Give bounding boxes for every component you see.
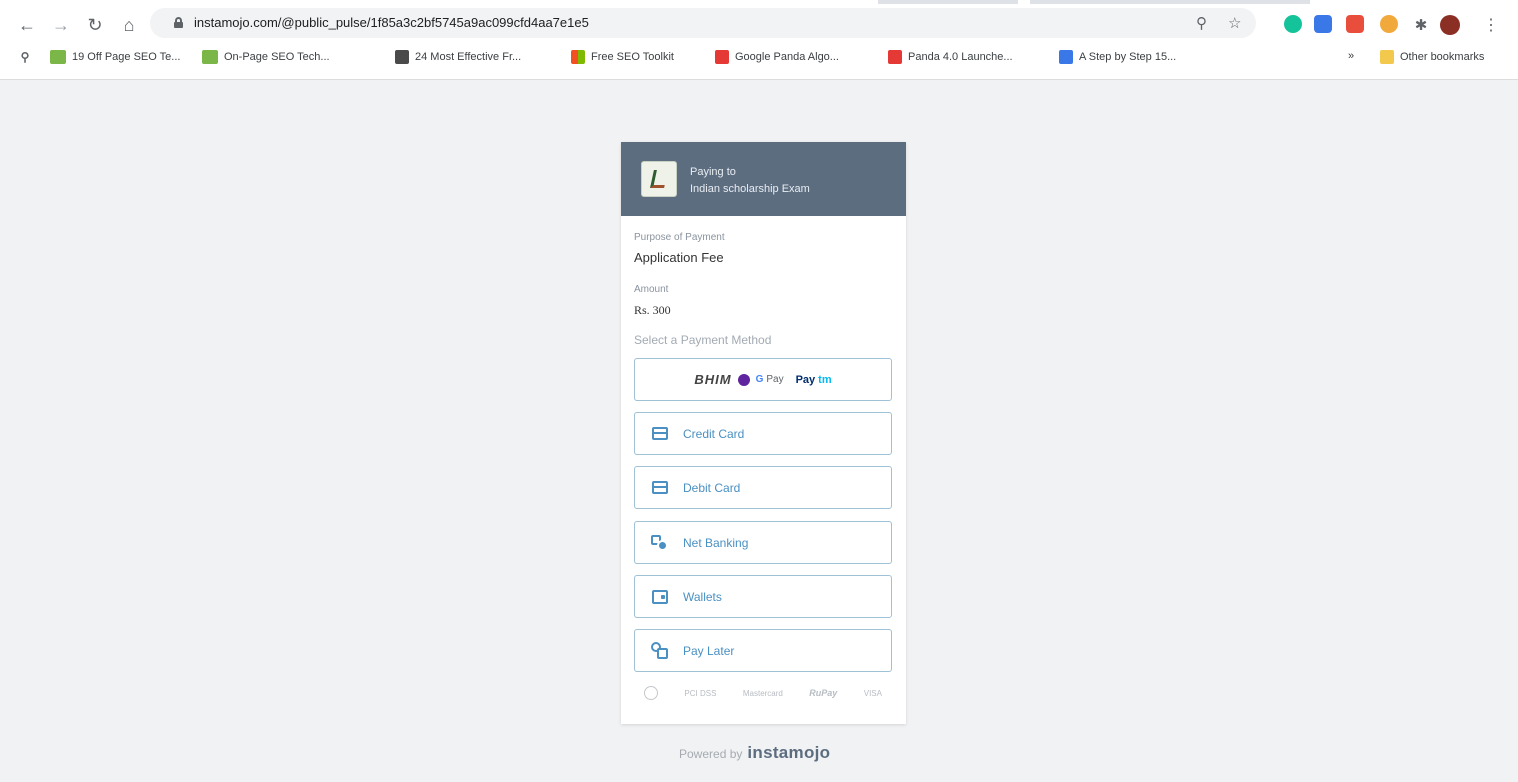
upi-logos: BHIM G Pay Pay tm bbox=[635, 372, 891, 387]
upi-payment-button[interactable]: BHIM G Pay Pay tm bbox=[634, 358, 892, 401]
credit-card-icon bbox=[651, 425, 669, 443]
bookmark-favicon-icon bbox=[715, 50, 729, 64]
browser-chrome: ← → ↻ ⌂ instamojo.com/@public_pulse/1f85… bbox=[0, 0, 1518, 80]
wallets-button[interactable]: Wallets bbox=[634, 575, 892, 618]
bookmark-item[interactable]: Free SEO Toolkit bbox=[571, 50, 674, 64]
forward-arrow-icon[interactable]: → bbox=[50, 14, 72, 36]
back-arrow-icon[interactable]: ← bbox=[16, 14, 38, 36]
mastercard-securecode-badge: Mastercard bbox=[742, 688, 783, 698]
net-banking-icon bbox=[651, 534, 669, 552]
wallet-icon bbox=[651, 588, 669, 606]
bookmark-item[interactable]: Panda 4.0 Launche... bbox=[888, 50, 1013, 64]
bookmarks-bar: ⚲ 19 Off Page SEO Te... On-Page SEO Tech… bbox=[0, 46, 1518, 72]
net-banking-button[interactable]: Net Banking bbox=[634, 521, 892, 564]
payment-header: Paying to Indian scholarship Exam bbox=[621, 142, 906, 216]
purpose-value: Application Fee bbox=[634, 250, 724, 265]
bookmark-favicon-icon bbox=[395, 50, 409, 64]
pci-dss-badge: PCI DSS bbox=[684, 688, 717, 698]
paytm-logo: Pay tm bbox=[795, 373, 832, 386]
gpay-logo: G Pay bbox=[755, 374, 784, 385]
lock-icon bbox=[174, 17, 183, 28]
trust-badges: PCI DSS Mastercard RuPay VISA bbox=[634, 683, 892, 703]
other-bookmarks-folder[interactable]: Other bookmarks bbox=[1380, 50, 1484, 64]
bookmark-item[interactable]: Google Panda Algo... bbox=[715, 50, 839, 64]
merchant-logo bbox=[641, 161, 677, 197]
merchant-name: Indian scholarship Exam bbox=[690, 183, 810, 195]
security-seal-icon bbox=[644, 686, 658, 700]
address-bar[interactable]: instamojo.com/@public_pulse/1f85a3c2bf57… bbox=[150, 8, 1256, 38]
bookmark-favicon-icon bbox=[571, 50, 585, 64]
payment-method-title: Select a Payment Method bbox=[634, 333, 772, 347]
extensions-puzzle-icon[interactable]: ✱ bbox=[1410, 14, 1432, 36]
zoom-icon[interactable]: ⚲ bbox=[1196, 14, 1207, 32]
pay-later-icon bbox=[651, 641, 669, 660]
debit-card-button[interactable]: Debit Card bbox=[634, 466, 892, 509]
amount-label: Amount bbox=[634, 284, 669, 295]
reload-icon[interactable]: ↻ bbox=[84, 14, 106, 36]
amount-value: Rs. 300 bbox=[634, 303, 671, 317]
payment-card: Paying to Indian scholarship Exam Purpos… bbox=[621, 142, 906, 724]
bookmark-item[interactable]: A Step by Step 15... bbox=[1059, 50, 1176, 64]
credit-card-button[interactable]: Credit Card bbox=[634, 412, 892, 455]
bookmark-favicon-icon bbox=[50, 50, 66, 64]
bookmark-item[interactable]: 24 Most Effective Fr... bbox=[395, 50, 521, 64]
tab-strip-edge bbox=[878, 0, 1018, 4]
tab-strip-edge bbox=[1030, 0, 1310, 4]
purpose-label: Purpose of Payment bbox=[634, 232, 725, 243]
folder-icon bbox=[1380, 50, 1394, 64]
bookmark-item[interactable]: On-Page SEO Tech... bbox=[202, 50, 330, 64]
instamojo-logo[interactable]: instamojo bbox=[747, 743, 830, 763]
powered-by-footer: Powered by instamojo bbox=[679, 743, 831, 763]
rupay-badge: RuPay bbox=[809, 688, 838, 698]
address-bar-row: ← → ↻ ⌂ instamojo.com/@public_pulse/1f85… bbox=[0, 6, 1518, 40]
extension-icon[interactable] bbox=[1314, 15, 1332, 33]
phonepe-icon bbox=[737, 373, 750, 386]
verified-by-visa-badge: VISA bbox=[863, 688, 882, 698]
bookmark-favicon-icon bbox=[888, 50, 902, 64]
star-icon[interactable]: ☆ bbox=[1228, 14, 1241, 32]
profile-avatar-icon[interactable] bbox=[1440, 15, 1460, 35]
bookmark-favicon-icon bbox=[202, 50, 218, 64]
pay-later-button[interactable]: Pay Later bbox=[634, 629, 892, 672]
bookmark-item[interactable]: 19 Off Page SEO Te... bbox=[50, 50, 180, 64]
url-text[interactable]: instamojo.com/@public_pulse/1f85a3c2bf57… bbox=[194, 15, 589, 30]
extension-icon[interactable] bbox=[1346, 15, 1364, 33]
paying-to-label: Paying to bbox=[690, 166, 736, 178]
apps-search-icon[interactable]: ⚲ bbox=[18, 50, 38, 64]
home-icon[interactable]: ⌂ bbox=[118, 14, 140, 36]
bookmark-favicon-icon bbox=[1059, 50, 1073, 64]
bhim-logo: BHIM bbox=[694, 372, 732, 387]
extension-icon[interactable] bbox=[1380, 15, 1398, 33]
bookmarks-overflow-button[interactable]: » bbox=[1348, 50, 1354, 62]
debit-card-icon bbox=[651, 479, 669, 497]
grammarly-extension-icon[interactable] bbox=[1284, 15, 1302, 33]
menu-dots-icon[interactable]: ⋮ bbox=[1480, 14, 1502, 36]
